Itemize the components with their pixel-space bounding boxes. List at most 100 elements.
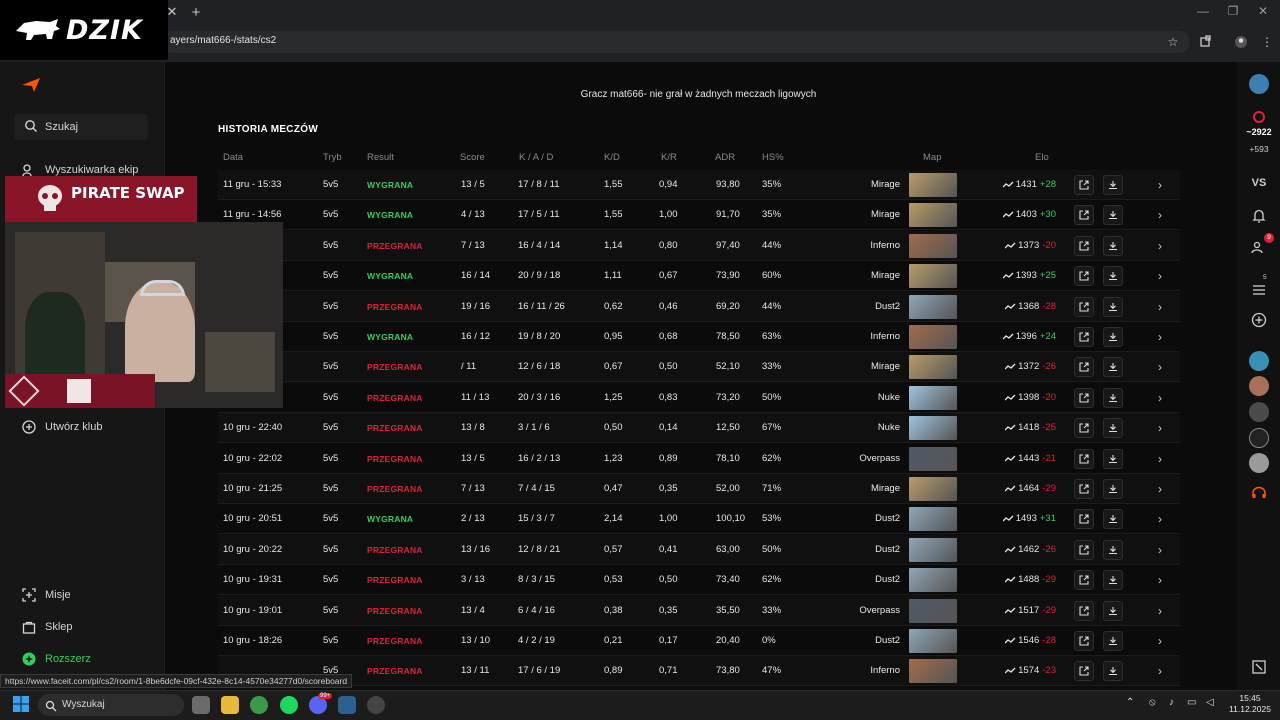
minimize-icon[interactable]: — <box>1188 4 1218 22</box>
row-chevron-icon[interactable]: › <box>1158 596 1168 626</box>
row-chevron-icon[interactable]: › <box>1158 535 1168 565</box>
sidebar-item-missions[interactable]: Misje <box>22 586 71 604</box>
header-elo[interactable]: Elo <box>1035 148 1049 168</box>
open-external-icon[interactable] <box>1074 327 1094 347</box>
header-adr[interactable]: ADR <box>715 148 735 168</box>
spotify-icon[interactable] <box>280 696 298 714</box>
open-external-icon[interactable] <box>1074 357 1094 378</box>
header-mode[interactable]: Tryb <box>323 148 342 168</box>
menu-kebab-icon[interactable]: ⋮ <box>1258 35 1276 51</box>
header-date[interactable]: Data <box>223 148 243 168</box>
open-external-icon[interactable] <box>1074 235 1094 256</box>
open-external-icon[interactable] <box>1074 631 1094 651</box>
user-avatar[interactable] <box>1249 74 1269 94</box>
match-row[interactable]: 10 gru - 20:51 5v5 WYGRANA 2 / 13 15 / 3 / 7… <box>218 504 1180 535</box>
row-chevron-icon[interactable]: › <box>1158 565 1168 595</box>
row-chevron-icon[interactable]: › <box>1158 170 1168 200</box>
match-row[interactable]: 5v5 WYGRANA 16 / 12 19 / 8 / 20 0,95 0,68 78,5… <box>218 322 1180 352</box>
open-external-icon[interactable] <box>1074 570 1094 591</box>
header-kad[interactable]: K / A / D <box>519 148 553 168</box>
match-row[interactable]: 11 gru - 15:33 5v5 WYGRANA 13 / 5 17 / 8 / 1… <box>218 170 1180 200</box>
open-external-icon[interactable] <box>1074 479 1094 499</box>
download-demo-icon[interactable] <box>1103 266 1123 287</box>
header-hs[interactable]: HS% <box>762 148 784 168</box>
match-row[interactable]: 10 gru - 18:26 5v5 PRZEGRANA 13 / 10 4 / 2 /… <box>218 626 1180 656</box>
volume-icon[interactable]: ◁ <box>1206 697 1214 708</box>
url-text[interactable]: ayers/mat666-/stats/cs2 <box>170 35 276 46</box>
row-chevron-icon[interactable]: › <box>1158 413 1168 443</box>
taskbar-search[interactable] <box>38 694 184 716</box>
open-external-icon[interactable] <box>1074 661 1094 682</box>
match-row[interactable]: 5v5 PRZEGRANA 19 / 16 16 / 11 / 26 0,62 0,46 6… <box>218 291 1180 322</box>
match-row[interactable]: 5v5 PRZEGRANA 13 / 11 17 / 6 / 19 0,89 0,71 73… <box>218 656 1180 687</box>
headset-icon[interactable] <box>1250 484 1268 502</box>
download-demo-icon[interactable] <box>1103 357 1123 378</box>
match-row[interactable]: 5v5 PRZEGRANA 7 / 13 16 / 4 / 14 1,14 0,80 97,… <box>218 230 1180 261</box>
download-demo-icon[interactable] <box>1103 327 1123 347</box>
file-explorer-icon[interactable] <box>221 696 239 714</box>
friend-avatar[interactable] <box>1249 453 1269 473</box>
match-row[interactable]: 10 gru - 19:01 5v5 PRZEGRANA 13 / 4 6 / 4 / … <box>218 595 1180 626</box>
download-demo-icon[interactable] <box>1103 509 1123 530</box>
match-row[interactable]: 10 gru - 20:22 5v5 PRZEGRANA 13 / 16 12 / 8 … <box>218 534 1180 565</box>
close-window-icon[interactable]: ✕ <box>1248 4 1278 22</box>
open-external-icon[interactable] <box>1074 266 1094 287</box>
open-external-icon[interactable] <box>1074 448 1094 469</box>
header-map[interactable]: Map <box>923 148 941 168</box>
address-bar[interactable] <box>160 31 1190 53</box>
chrome-icon[interactable] <box>250 696 268 714</box>
sidebar-item-shop[interactable]: Sklep <box>22 618 73 636</box>
open-external-icon[interactable] <box>1074 387 1094 408</box>
app-icon[interactable] <box>338 696 356 714</box>
open-external-icon[interactable] <box>1074 539 1094 560</box>
obs-icon[interactable] <box>367 696 385 714</box>
header-result[interactable]: Result <box>367 148 394 168</box>
open-external-icon[interactable] <box>1074 509 1094 530</box>
row-chevron-icon[interactable]: › <box>1158 626 1168 656</box>
microphone-icon[interactable]: ♪ <box>1169 697 1174 708</box>
download-demo-icon[interactable] <box>1103 570 1123 591</box>
faceit-logo-icon[interactable] <box>22 78 40 92</box>
download-demo-icon[interactable] <box>1103 205 1123 226</box>
row-chevron-icon[interactable]: › <box>1158 261 1168 291</box>
download-demo-icon[interactable] <box>1103 418 1123 439</box>
tray-chevron-icon[interactable]: ⌃ <box>1126 697 1134 708</box>
open-external-icon[interactable] <box>1074 296 1094 317</box>
download-demo-icon[interactable] <box>1103 479 1123 499</box>
new-tab-icon[interactable]: + <box>188 4 204 22</box>
download-demo-icon[interactable] <box>1103 600 1123 621</box>
row-chevron-icon[interactable]: › <box>1158 474 1168 504</box>
match-row[interactable]: 5v5 PRZEGRANA 11 / 13 20 / 3 / 16 1,25 0,83 73… <box>218 383 1180 413</box>
match-row[interactable]: 10 gru - 19:31 5v5 PRZEGRANA 3 / 13 8 / 3 / … <box>218 565 1180 596</box>
vs-button[interactable]: VS <box>1240 177 1278 189</box>
open-external-icon[interactable] <box>1074 205 1094 226</box>
friend-avatar[interactable] <box>1249 428 1269 448</box>
sidebar-item-expand[interactable]: Rozszerz <box>22 650 91 668</box>
download-demo-icon[interactable] <box>1103 296 1123 317</box>
header-kd[interactable]: K/D <box>604 148 620 168</box>
row-chevron-icon[interactable]: › <box>1158 352 1168 382</box>
bell-icon[interactable] <box>1250 207 1268 225</box>
friend-avatar[interactable] <box>1249 351 1269 371</box>
task-view-icon[interactable] <box>192 696 210 714</box>
collapse-rail-icon[interactable] <box>1250 658 1268 676</box>
download-demo-icon[interactable] <box>1103 175 1123 195</box>
open-external-icon[interactable] <box>1074 175 1094 195</box>
windows-start-icon[interactable] <box>13 696 29 712</box>
parties-icon[interactable] <box>1250 281 1268 299</box>
sidebar-item-create-club[interactable]: Utwórz klub <box>22 418 102 436</box>
match-row[interactable]: 10 gru - 21:25 5v5 PRZEGRANA 7 / 13 7 / 4 / … <box>218 474 1180 504</box>
taskbar-clock[interactable]: 15:45 11.12.2025 <box>1228 693 1272 715</box>
match-row[interactable]: 5v5 PRZEGRANA / 11 12 / 6 / 18 0,67 0,50 52,1… <box>218 352 1180 383</box>
download-demo-icon[interactable] <box>1103 235 1123 256</box>
friend-avatar[interactable] <box>1249 376 1269 396</box>
open-external-icon[interactable] <box>1074 600 1094 621</box>
row-chevron-icon[interactable]: › <box>1158 292 1168 322</box>
network-off-icon[interactable]: ⦸ <box>1149 697 1156 708</box>
row-chevron-icon[interactable]: › <box>1158 231 1168 261</box>
extensions-icon[interactable] <box>1197 35 1215 51</box>
display-icon[interactable]: ▭ <box>1187 697 1196 708</box>
download-demo-icon[interactable] <box>1103 539 1123 560</box>
download-demo-icon[interactable] <box>1103 448 1123 469</box>
row-chevron-icon[interactable]: › <box>1158 200 1168 230</box>
